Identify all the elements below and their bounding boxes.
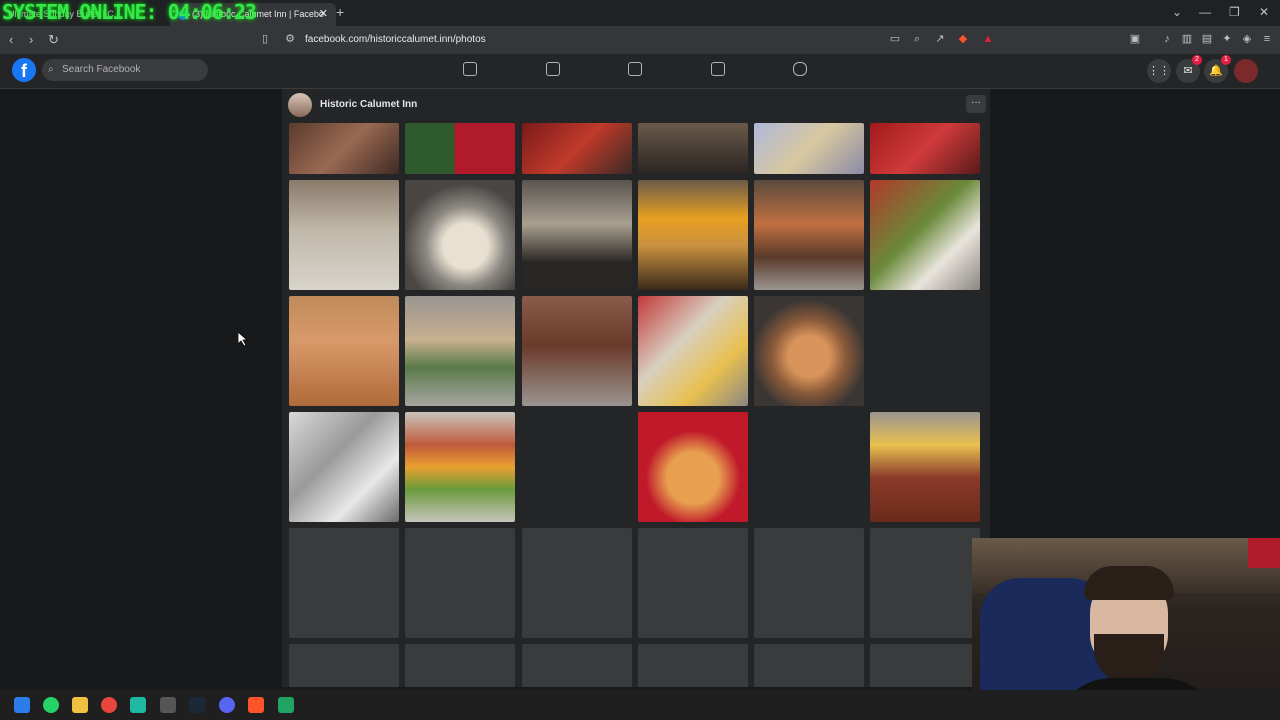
new-tab-button[interactable]: + (336, 4, 344, 20)
loading-placeholder (870, 528, 980, 638)
epic-games-icon[interactable] (160, 697, 176, 713)
zoom-icon[interactable]: ⌕ (911, 33, 923, 45)
sidebar-icon[interactable]: ▣ (1129, 33, 1141, 45)
video-icon[interactable] (628, 62, 642, 76)
page-title[interactable]: Historic Calumet Inn (320, 99, 417, 110)
maximize-icon[interactable]: ❐ (1229, 5, 1240, 19)
forward-icon[interactable]: › (29, 32, 33, 47)
photo-thumbnail[interactable] (289, 180, 399, 290)
page-title-row: Historic Calumet Inn ··· (282, 89, 990, 121)
steam-icon[interactable] (189, 697, 205, 713)
brave-icon[interactable] (248, 697, 264, 713)
loading-placeholder (754, 644, 864, 687)
photo-thumbnail[interactable] (405, 296, 515, 406)
minimize-icon[interactable]: — (1199, 5, 1211, 19)
photo-thumbnail[interactable] (405, 412, 515, 522)
windows-taskbar (0, 690, 1280, 720)
photo-thumbnail[interactable] (638, 180, 748, 290)
menu-grid-icon[interactable]: ⋮⋮ (1147, 59, 1171, 83)
search-placeholder: Search Facebook (62, 64, 141, 75)
photo-thumbnail[interactable] (289, 296, 399, 406)
photo-thumbnail[interactable] (405, 123, 515, 174)
search-input[interactable]: ⌕ Search Facebook (42, 59, 208, 81)
loading-placeholder (754, 528, 864, 638)
page-avatar[interactable] (288, 93, 312, 117)
loading-placeholder (405, 528, 515, 638)
excel-icon[interactable] (278, 697, 294, 713)
home-icon[interactable] (463, 62, 477, 76)
whatsapp-icon[interactable] (43, 697, 59, 713)
site-info-icon[interactable]: ⚙ (284, 33, 296, 45)
messenger-badge: 2 (1192, 55, 1202, 65)
app-icon[interactable] (130, 697, 146, 713)
photo-thumbnail[interactable] (754, 180, 864, 290)
rewards-icon[interactable]: ▲ (982, 33, 994, 45)
menu-icon[interactable]: ≡ (1261, 33, 1273, 45)
share-icon[interactable]: ↗ (934, 33, 946, 45)
dashboard-icon[interactable] (546, 62, 560, 76)
photo-thumbnail[interactable] (638, 123, 748, 174)
loading-placeholder (522, 528, 632, 638)
photo-thumbnail[interactable] (405, 180, 515, 290)
wallet-icon[interactable]: ▤ (1201, 33, 1213, 45)
cast-icon[interactable]: ▭ (889, 33, 901, 45)
photo-thumbnail[interactable] (522, 296, 632, 406)
photo-thumbnail[interactable] (289, 123, 399, 174)
photo-thumbnail[interactable] (289, 412, 399, 522)
loading-placeholder (522, 644, 632, 687)
address-bar[interactable]: facebook.com/historiccalumet.inn/photos (305, 34, 486, 45)
loading-placeholder (870, 644, 980, 687)
photo-thumbnail[interactable] (754, 296, 864, 406)
facebook-header: f ⌕ Search Facebook ⋮⋮ ✉ 2 🔔 1 (0, 54, 1280, 89)
background-decoration (1248, 538, 1280, 568)
chevron-down-icon[interactable]: ⌄ (1172, 5, 1182, 19)
music-icon[interactable]: ♪ (1161, 33, 1173, 45)
back-icon[interactable]: ‹ (9, 32, 13, 47)
mouse-cursor-icon (238, 332, 248, 346)
file-explorer-icon[interactable] (72, 697, 88, 713)
loading-placeholder (405, 644, 515, 687)
photo-thumbnail[interactable] (638, 412, 748, 522)
avatar[interactable] (1234, 59, 1258, 83)
photo-thumbnail[interactable] (522, 123, 632, 174)
browser-tab-bar: Ultimate Sunday Buffet | C... (3) Histor… (0, 0, 1280, 26)
browser-toolbar: ‹ › ↻ ▯ ⚙ facebook.com/historiccalumet.i… (0, 26, 1280, 54)
loading-placeholder (289, 644, 399, 687)
reading-icon[interactable]: ▥ (1181, 33, 1193, 45)
streamer-hair (1084, 566, 1174, 600)
facebook-logo-icon[interactable]: f (12, 58, 36, 82)
photo-thumbnail[interactable] (754, 123, 864, 174)
more-options-button[interactable]: ··· (966, 95, 986, 113)
loading-placeholder (638, 528, 748, 638)
photo-thumbnail[interactable] (522, 180, 632, 290)
loading-placeholder (289, 528, 399, 638)
discord-icon[interactable] (219, 697, 235, 713)
photo-thumbnail[interactable] (870, 180, 980, 290)
photo-thumbnail[interactable] (870, 123, 980, 174)
stream-overlay-text: SYSTEM ONLINE: 04:06:23 (2, 0, 257, 24)
notification-badge: 1 (1221, 55, 1231, 65)
close-tab-icon[interactable]: ✕ (319, 3, 328, 25)
ai-icon[interactable]: ✦ (1221, 33, 1233, 45)
vpn-icon[interactable]: ◈ (1241, 33, 1253, 45)
chrome-icon[interactable] (101, 697, 117, 713)
marketplace-icon[interactable] (711, 62, 725, 76)
brave-shield-icon[interactable]: ◆ (957, 33, 969, 45)
photos-panel: Historic Calumet Inn ··· (282, 89, 990, 687)
close-window-icon[interactable]: ✕ (1259, 5, 1269, 19)
bookmark-icon[interactable]: ▯ (259, 33, 271, 45)
search-icon: ⌕ (48, 64, 54, 75)
photo-thumbnail[interactable] (638, 296, 748, 406)
photo-thumbnail[interactable] (870, 412, 980, 522)
gaming-icon[interactable] (793, 62, 807, 76)
reload-icon[interactable]: ↻ (48, 32, 59, 48)
loading-placeholder (638, 644, 748, 687)
windows-start-icon[interactable] (14, 697, 30, 713)
